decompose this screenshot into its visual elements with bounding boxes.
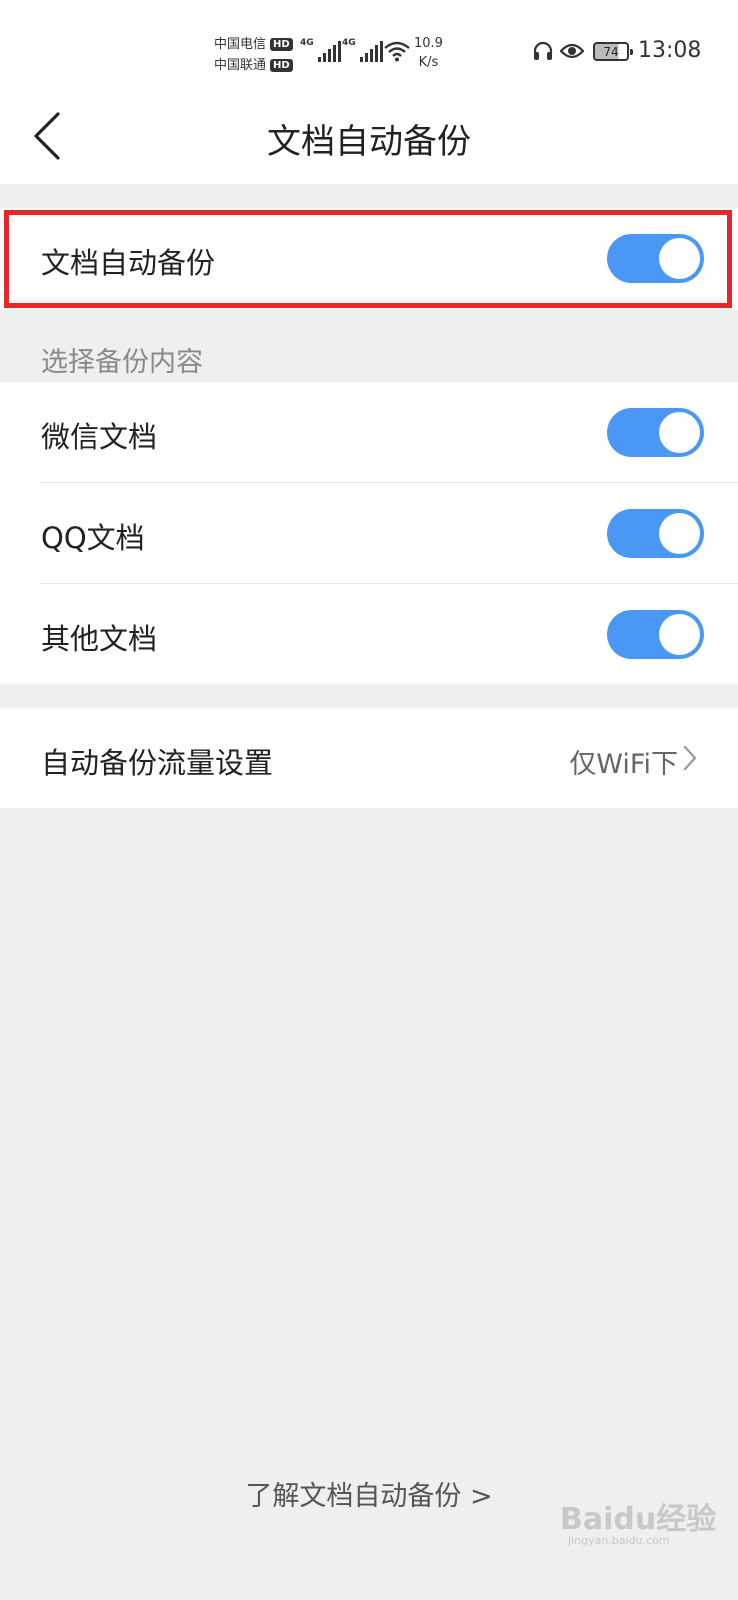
eye-icon bbox=[560, 43, 584, 59]
list-item-label: QQ文档 bbox=[41, 521, 145, 555]
wechat-docs-toggle[interactable] bbox=[607, 408, 704, 457]
watermark-sub: jingyan.baidu.com bbox=[568, 1534, 670, 1547]
traffic-setting-label: 自动备份流量设置 bbox=[41, 746, 274, 780]
network-speed: 10.9 K/s bbox=[414, 34, 443, 72]
speed-unit: K/s bbox=[418, 55, 439, 70]
carrier-info: 中国电信 HD 中国联通 HD bbox=[214, 34, 293, 76]
carrier-name: 中国联通 bbox=[214, 58, 267, 73]
network-type: 4G bbox=[300, 38, 314, 48]
list-item-qq-docs[interactable]: QQ文档 bbox=[0, 483, 738, 583]
watermark-text: Baidu经验 bbox=[560, 1502, 717, 1537]
battery-icon: 74 bbox=[593, 42, 633, 61]
signal-icon: 4G bbox=[300, 38, 341, 62]
status-bar: 中国电信 HD 中国联通 HD 4G 4G 10.9 K/s 74 13:08 bbox=[0, 0, 738, 100]
clock: 13:08 bbox=[638, 38, 702, 63]
app-header: 文档自动备份 bbox=[0, 100, 738, 184]
section-label: 选择备份内容 bbox=[41, 347, 203, 378]
content-list: 微信文档 QQ文档 其他文档 bbox=[0, 382, 738, 684]
auto-backup-row[interactable]: 文档自动备份 bbox=[0, 208, 738, 310]
qq-docs-toggle[interactable] bbox=[607, 509, 704, 558]
toggle-knob bbox=[659, 614, 700, 655]
headset-icon bbox=[533, 41, 553, 60]
wifi-icon bbox=[384, 41, 410, 62]
page-title: 文档自动备份 bbox=[267, 122, 471, 162]
toggle-knob bbox=[659, 513, 700, 554]
carrier-row: 中国联通 HD bbox=[214, 55, 293, 76]
list-item-label: 微信文档 bbox=[41, 420, 158, 454]
traffic-setting-value: 仅WiFi下 bbox=[569, 749, 678, 780]
other-docs-toggle[interactable] bbox=[607, 610, 704, 659]
list-item-other-docs[interactable]: 其他文档 bbox=[0, 584, 738, 684]
chevron-right-icon bbox=[683, 745, 697, 771]
battery-level: 74 bbox=[603, 44, 619, 59]
auto-backup-label: 文档自动备份 bbox=[41, 246, 216, 280]
speed-value: 10.9 bbox=[414, 36, 443, 51]
signal-icon: 4G bbox=[342, 38, 383, 62]
list-item-wechat-docs[interactable]: 微信文档 bbox=[0, 382, 738, 482]
baidu-watermark: Baidu经验 jingyan.baidu.com bbox=[560, 1494, 720, 1550]
carrier-row: 中国电信 HD bbox=[214, 34, 293, 55]
carrier-name: 中国电信 bbox=[214, 37, 267, 52]
toggle-knob bbox=[659, 412, 700, 453]
traffic-setting-row[interactable]: 自动备份流量设置 仅WiFi下 bbox=[0, 708, 738, 808]
auto-backup-toggle[interactable] bbox=[607, 234, 704, 283]
hd-badge: HD bbox=[270, 38, 293, 51]
network-type: 4G bbox=[342, 38, 356, 48]
toggle-knob bbox=[659, 238, 700, 279]
list-item-label: 其他文档 bbox=[41, 622, 158, 656]
hd-badge: HD bbox=[270, 59, 293, 72]
